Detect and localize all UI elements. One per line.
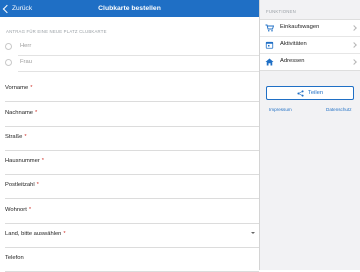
functions-sidebar: FUNKTIONEN Einkaufswagen Aktivitäten Adr…	[260, 0, 360, 270]
vorname-field[interactable]: Vorname *	[0, 78, 259, 102]
required-marker: *	[24, 134, 27, 140]
chevron-right-icon	[351, 24, 357, 31]
functions-menu: Einkaufswagen Aktivitäten Adressen	[260, 19, 360, 71]
sidebar-item-adressen[interactable]: Adressen	[260, 54, 360, 70]
divider	[18, 71, 259, 72]
field-label: Land, bitte auswählen *	[5, 231, 66, 237]
field-label: Telefon	[5, 255, 24, 261]
field-underline	[5, 101, 259, 102]
sidebar-item-aktivitaeten[interactable]: Aktivitäten	[260, 37, 360, 54]
telefon-field[interactable]: Telefon	[0, 248, 259, 272]
chevron-right-icon	[351, 58, 357, 65]
field-label: Wohnort *	[5, 207, 32, 213]
main-pane: Zurück Clubkarte bestellen ANTRAG FÜR EI…	[0, 0, 259, 272]
home-icon	[265, 58, 274, 66]
required-marker: *	[36, 182, 39, 188]
impressum-link[interactable]: Impressum	[269, 107, 292, 112]
required-marker: *	[63, 231, 66, 237]
strasse-field[interactable]: Straße *	[0, 127, 259, 151]
sidebar-item-label: Aktivitäten	[280, 41, 307, 47]
field-label: Straße *	[5, 134, 27, 140]
chevron-right-icon	[351, 41, 357, 48]
field-label: Vorname *	[5, 85, 33, 91]
required-marker: *	[41, 158, 45, 164]
radio-herr-label: Herr	[20, 43, 32, 49]
nachname-field[interactable]: Nachname *	[0, 103, 259, 127]
share-icon	[297, 89, 304, 97]
navigation-bar: Zurück Clubkarte bestellen	[0, 0, 259, 17]
required-marker: *	[28, 207, 32, 213]
salutation-herr-option[interactable]: Herr	[0, 40, 259, 56]
hausnummer-field[interactable]: Hausnummer *	[0, 151, 259, 175]
radio-herr[interactable]	[5, 43, 12, 50]
field-label: Hausnummer *	[5, 158, 45, 164]
postleitzahl-field[interactable]: Postleitzahl *	[0, 175, 259, 199]
required-marker: *	[35, 110, 38, 116]
calendar-icon	[265, 41, 274, 49]
radio-frau[interactable]	[5, 59, 12, 66]
sidebar-section-label: FUNKTIONEN	[266, 9, 296, 14]
field-underline	[5, 198, 259, 199]
dropdown-caret-icon[interactable]	[251, 232, 255, 234]
page-title: Clubkarte bestellen	[98, 5, 161, 12]
sidebar-item-einkaufswagen[interactable]: Einkaufswagen	[260, 20, 360, 37]
wohnort-field[interactable]: Wohnort *	[0, 200, 259, 224]
share-label: Teilen	[307, 90, 324, 96]
field-label: Postleitzahl *	[5, 182, 39, 188]
share-button[interactable]: Teilen	[266, 86, 354, 100]
required-marker: *	[30, 85, 33, 91]
salutation-frau-option[interactable]: Frau	[0, 56, 259, 72]
sidebar-item-label: Einkaufswagen	[280, 24, 320, 30]
cart-icon	[265, 24, 274, 32]
land-select[interactable]: Land, bitte auswählen *	[0, 224, 259, 248]
form-section-label: ANTRAG FÜR EINE NEUE PLATZ CLUBKARTE	[6, 29, 107, 34]
sidebar-item-label: Adressen	[280, 58, 305, 64]
field-label: Nachname *	[5, 110, 38, 116]
datenschutz-link[interactable]: Datenschutz	[326, 107, 352, 112]
radio-frau-label: Frau	[20, 59, 32, 65]
